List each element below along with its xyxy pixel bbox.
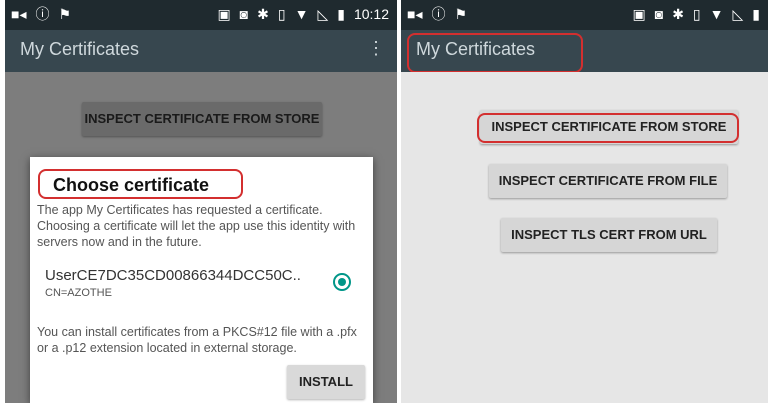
flag-icon: ⚑ [58, 6, 72, 22]
main-content: INSPECT CERTIFICATE FROM STORE INSPECT C… [401, 72, 768, 403]
certificate-name[interactable]: UserCE7DC35CD00866344DCC50C.. [45, 267, 335, 284]
inspect-file-button[interactable]: INSPECT CERTIFICATE FROM FILE [489, 164, 727, 198]
cast-icon: ◙ [239, 6, 249, 22]
overflow-menu-icon[interactable]: ⋮ [367, 38, 385, 58]
choose-certificate-dialog: Choose certificate The app My Certificat… [30, 157, 373, 403]
no-signal-icon: ◺ [317, 6, 329, 22]
info-icon: ⓘ [431, 6, 446, 22]
video-camera-icon: ■◂ [11, 6, 27, 22]
vibrate-icon: ▯ [277, 6, 286, 22]
app-bar: My Certificates ⋮ [5, 30, 397, 72]
briefcase-icon: ▣ [632, 6, 646, 22]
right-phone-screen: ■◂ ⓘ ⚑ ▣ ◙ ✱ ▯ ▼ ◺ ▮ My Certificates INS… [401, 0, 768, 403]
status-bar: ■◂ ⓘ ⚑ ▣ ◙ ✱ ▯ ▼ ◺ ▮ 10:12 [5, 0, 397, 30]
left-phone-screen: ■◂ ⓘ ⚑ ▣ ◙ ✱ ▯ ▼ ◺ ▮ 10:12 My Certificat… [5, 0, 397, 403]
certificate-radio[interactable] [333, 273, 351, 291]
dialog-title: Choose certificate [53, 175, 210, 195]
battery-icon: ▮ [337, 6, 345, 22]
video-camera-icon: ■◂ [407, 6, 423, 22]
battery-icon: ▮ [752, 6, 760, 22]
inspect-store-button[interactable]: INSPECT CERTIFICATE FROM STORE [82, 102, 322, 136]
wifi-icon: ▼ [709, 6, 724, 22]
status-time: 10:12 [353, 6, 389, 22]
wifi-icon: ▼ [294, 6, 309, 22]
app-title: My Certificates [20, 39, 140, 59]
flag-icon: ⚑ [454, 6, 468, 22]
briefcase-icon: ▣ [217, 6, 231, 22]
app-bar: My Certificates [401, 30, 768, 72]
no-signal-icon: ◺ [732, 6, 744, 22]
app-title: My Certificates [416, 39, 536, 59]
vibrate-icon: ▯ [692, 6, 701, 22]
inspect-store-button[interactable]: INSPECT CERTIFICATE FROM STORE [480, 110, 738, 144]
install-button[interactable]: INSTALL [287, 365, 365, 399]
inspect-tls-url-button[interactable]: INSPECT TLS CERT FROM URL [501, 218, 717, 252]
info-icon: ⓘ [35, 6, 50, 22]
certificate-subtitle: CN=AZOTHE [45, 287, 112, 299]
bluetooth-icon: ✱ [257, 6, 269, 22]
dialog-message: The app My Certificates has requested a … [37, 203, 356, 249]
bluetooth-icon: ✱ [672, 6, 684, 22]
cast-icon: ◙ [654, 6, 664, 22]
status-bar: ■◂ ⓘ ⚑ ▣ ◙ ✱ ▯ ▼ ◺ ▮ [401, 0, 768, 30]
install-message: You can install certificates from a PKCS… [37, 325, 357, 355]
